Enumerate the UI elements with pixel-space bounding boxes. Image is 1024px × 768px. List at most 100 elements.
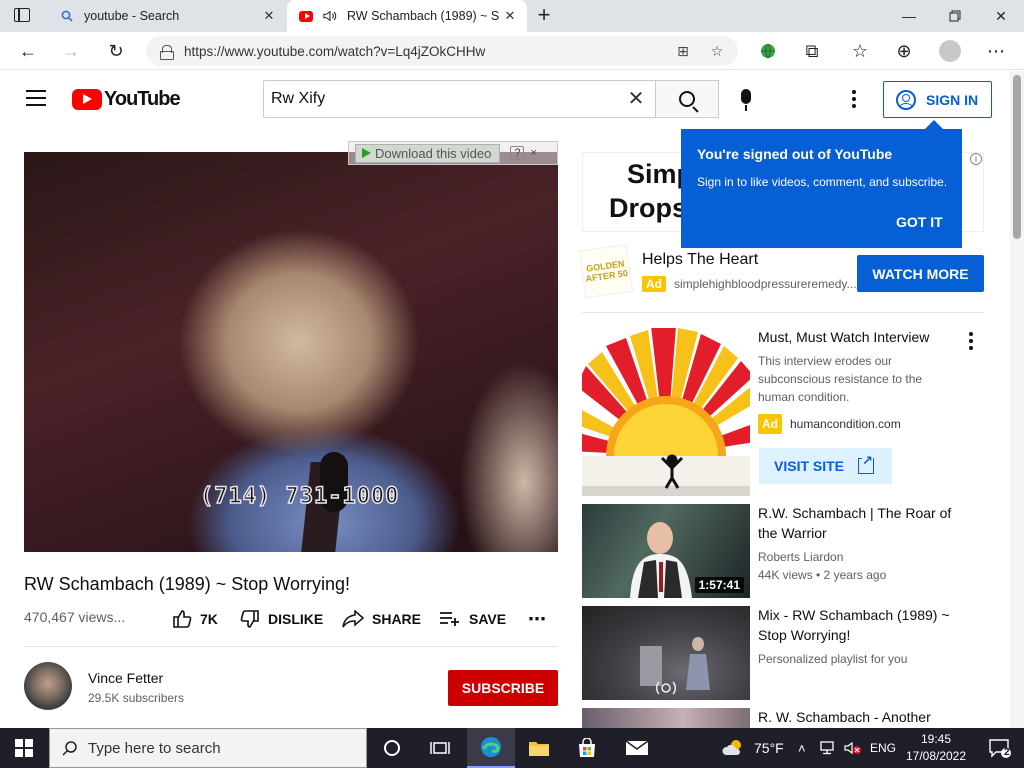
mix-thumbnail[interactable]: [582, 606, 750, 700]
divider: [24, 646, 558, 647]
edge-taskbar-icon[interactable]: [467, 728, 515, 768]
file-explorer-icon[interactable]: [515, 728, 563, 768]
youtube-logo[interactable]: YouTube: [72, 87, 181, 111]
store-icon[interactable]: [563, 728, 611, 768]
video-thumbnail[interactable]: 1:57:41: [582, 504, 750, 598]
tab-title: youtube - Search: [84, 9, 180, 23]
clear-search-icon[interactable]: ✕: [624, 88, 648, 112]
download-video-bar: Download this video ? ×: [348, 141, 558, 165]
windows-taskbar: Type here to search 75°F ˄ ENG 19:45 17/…: [0, 728, 1024, 768]
add-favorite-icon[interactable]: ☆: [708, 42, 726, 60]
advertiser-logo[interactable]: GOLDEN AFTER 50: [578, 243, 634, 299]
close-tab-icon[interactable]: ✕: [258, 5, 280, 27]
tab-video-active[interactable]: RW Schambach (1989) ~ Stop Worrying! ✕: [287, 0, 527, 32]
url-text[interactable]: https://www.youtube.com/watch?v=Lq4jZOkC…: [184, 44, 485, 59]
visit-site-button[interactable]: VISIT SITE: [759, 448, 892, 484]
recommendation-title[interactable]: R. W. Schambach - Another: [758, 707, 963, 727]
settings-more-icon[interactable]: [852, 90, 856, 108]
ad-info-icon[interactable]: i: [970, 153, 982, 165]
restore-icon[interactable]: [932, 0, 978, 32]
taskbar-search-placeholder: Type here to search: [88, 739, 221, 757]
recommendation-channel[interactable]: Roberts Liardon: [758, 548, 968, 566]
share-button[interactable]: SHARE: [342, 608, 421, 630]
got-it-button[interactable]: GOT IT: [896, 214, 943, 230]
promoted-ad-domain: simplehighbloodpressureremedy...: [674, 277, 857, 291]
extension-globe-icon[interactable]: [754, 37, 782, 65]
dislike-button[interactable]: DISLIKE: [240, 608, 323, 630]
volume-muted-icon[interactable]: [844, 728, 862, 768]
lock-icon[interactable]: [160, 44, 174, 60]
input-language[interactable]: ENG: [870, 728, 896, 768]
cortana-icon[interactable]: [368, 728, 416, 768]
notification-count: 2: [1004, 747, 1010, 758]
start-button[interactable]: [0, 728, 48, 768]
page-scrollbar[interactable]: [1010, 71, 1024, 728]
show-hidden-icons[interactable]: ˄: [798, 728, 806, 768]
taskbar-search[interactable]: Type here to search: [49, 728, 367, 768]
collections-icon[interactable]: ⊕: [890, 37, 918, 65]
download-help-icon[interactable]: ?: [510, 146, 525, 160]
profile-avatar[interactable]: [936, 37, 964, 65]
like-button[interactable]: 7K: [172, 608, 218, 630]
network-icon[interactable]: [818, 728, 836, 768]
search-icon: [60, 9, 74, 23]
watch-more-button[interactable]: WATCH MORE: [857, 255, 984, 292]
task-view-icon[interactable]: [416, 728, 464, 768]
more-actions-icon[interactable]: ⋯: [528, 608, 546, 630]
save-button[interactable]: SAVE: [439, 608, 506, 630]
recommendation-title[interactable]: R.W. Schambach | The Roar of the Warrior: [758, 503, 963, 543]
speaker-icon[interactable]: [323, 9, 337, 23]
share-label: SHARE: [372, 611, 422, 627]
favorites-icon[interactable]: ☆: [846, 37, 874, 65]
weather-icon[interactable]: [714, 728, 754, 768]
clock-date: 17/08/2022: [905, 749, 967, 763]
close-window-icon[interactable]: ✕: [978, 0, 1024, 32]
download-video-button[interactable]: Download this video: [355, 143, 501, 163]
account-icon: [896, 89, 916, 110]
ad-thumbnail[interactable]: [582, 328, 750, 496]
download-close-icon[interactable]: ×: [530, 147, 536, 159]
search-button[interactable]: [655, 80, 719, 118]
forward-icon[interactable]: →: [57, 37, 85, 65]
minimize-icon[interactable]: —: [886, 0, 932, 32]
view-count[interactable]: 470,467 views...: [24, 609, 125, 625]
clock-time: 19:45: [920, 732, 952, 746]
subscribe-button[interactable]: SUBSCRIBE: [448, 670, 558, 706]
channel-avatar[interactable]: [24, 662, 72, 710]
system-clock[interactable]: 19:45 17/08/2022: [900, 731, 972, 765]
subscriber-count: 29.5K subscribers: [88, 691, 185, 705]
youtube-play-icon: [72, 88, 102, 110]
address-bar[interactable]: https://www.youtube.com/watch?v=Lq4jZOkC…: [146, 36, 738, 66]
divider: [582, 312, 984, 313]
browser-menu-icon[interactable]: ⋯: [982, 37, 1010, 65]
logo-text: YouTube: [104, 87, 181, 110]
tab-title: RW Schambach (1989) ~ Stop Worrying!: [347, 9, 499, 23]
video-thumbnail[interactable]: [582, 708, 750, 728]
video-player[interactable]: (714) 731-1000: [24, 152, 558, 552]
notifications-icon[interactable]: 2: [980, 728, 1020, 768]
scroll-thumb[interactable]: [1013, 75, 1021, 239]
mail-icon[interactable]: [613, 728, 661, 768]
recommendation-title[interactable]: Mix - RW Schambach (1989) ~ Stop Worryin…: [758, 605, 963, 645]
refresh-icon[interactable]: ↻: [102, 37, 130, 65]
ad-domain: humancondition.com: [790, 417, 901, 431]
recommendation-title[interactable]: Must, Must Watch Interview: [758, 327, 963, 347]
more-options-icon[interactable]: [969, 332, 973, 350]
sign-in-button[interactable]: SIGN IN: [883, 81, 992, 118]
close-tab-icon[interactable]: ✕: [499, 5, 521, 27]
app-available-icon[interactable]: ⊞: [674, 42, 692, 60]
channel-name[interactable]: Vince Fetter: [88, 670, 163, 686]
tooltip-body: Sign in to like videos, comment, and sub…: [697, 175, 948, 189]
new-tab-button[interactable]: +: [532, 4, 556, 28]
voice-search-icon[interactable]: [735, 89, 757, 113]
extensions-icon[interactable]: ⧉: [798, 37, 826, 65]
tab-actions-icon[interactable]: [14, 8, 30, 22]
promoted-ad-title[interactable]: Helps The Heart: [642, 251, 758, 269]
search-icon: [62, 740, 78, 756]
tab-youtube-search[interactable]: youtube - Search ✕: [46, 0, 286, 32]
search-icon: [679, 91, 695, 107]
back-icon[interactable]: ←: [14, 37, 42, 65]
search-input[interactable]: Rw Xify: [263, 80, 656, 118]
menu-icon[interactable]: [26, 90, 46, 106]
weather-temp[interactable]: 75°F: [754, 728, 784, 768]
